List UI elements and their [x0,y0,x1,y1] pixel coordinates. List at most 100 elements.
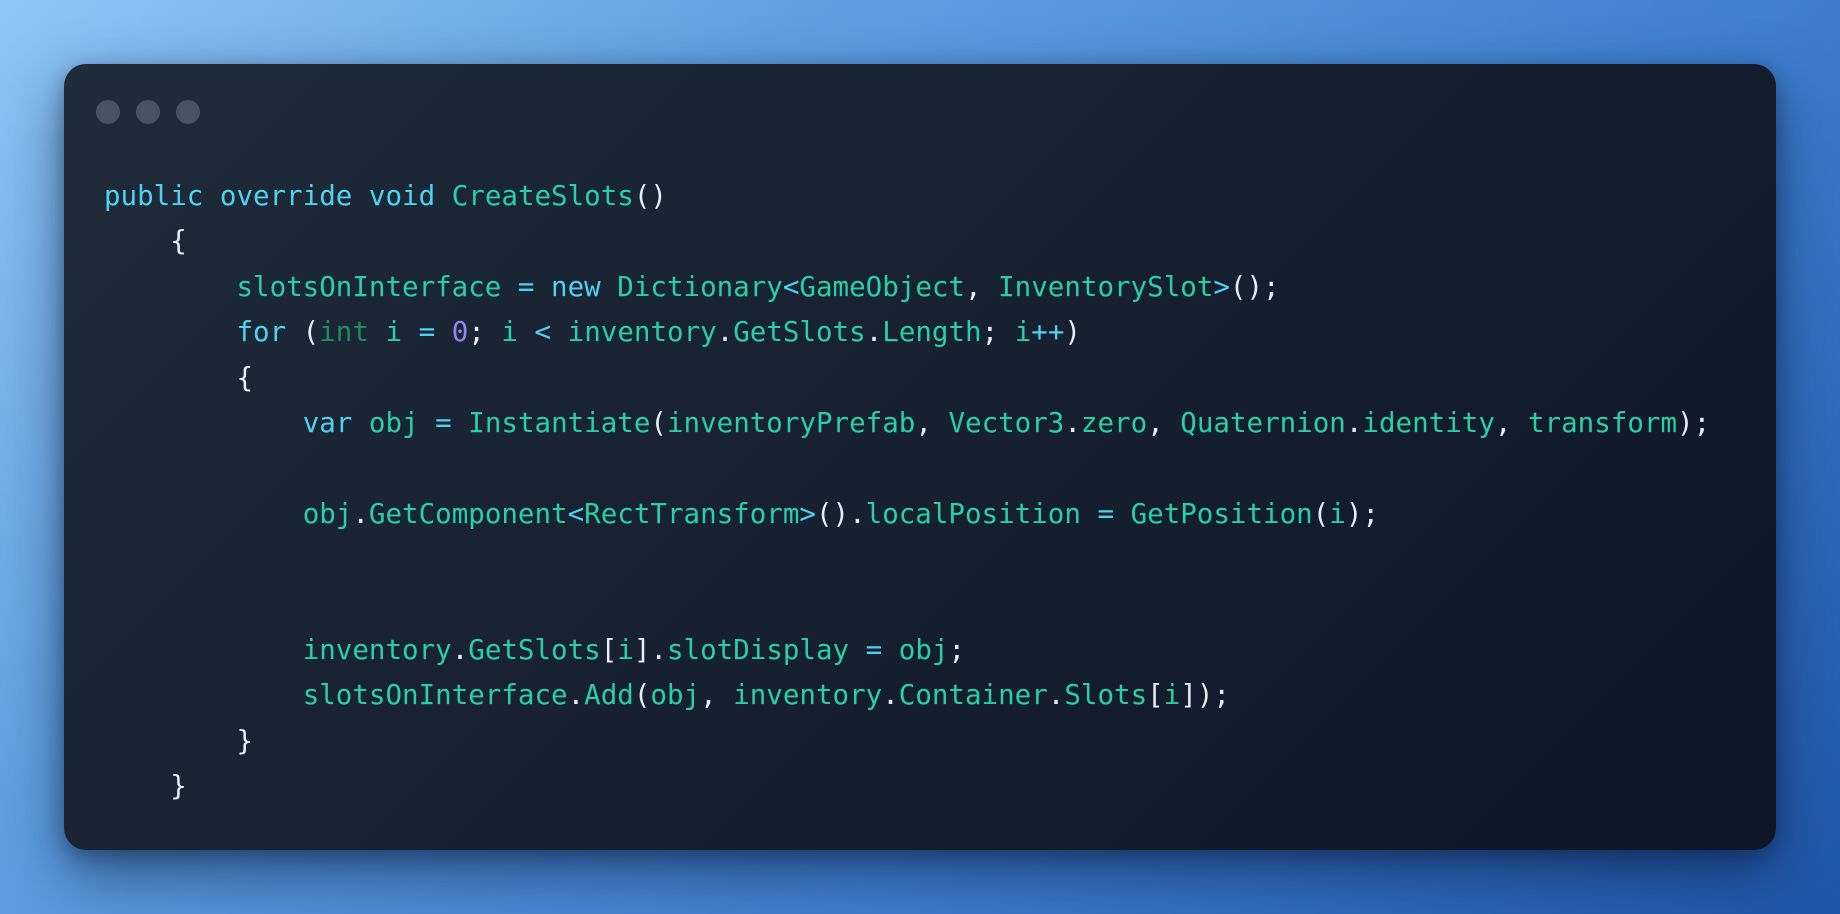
code-token: . [716,316,734,349]
code-token: Length [882,316,982,349]
code-token: CreateSlots [451,180,634,212]
code-token: obj [368,406,419,439]
code-token: ( [286,316,320,349]
code-token: = [865,633,883,666]
code-token: = [418,316,436,349]
code-token: ( [633,679,651,712]
code-line: } [104,719,1710,764]
code-token: ]. [633,633,667,666]
code-token: > [799,497,816,530]
code-token: , [965,270,999,303]
code-token: identity [1362,406,1495,439]
code-token: = [517,270,535,303]
code-token: < [567,497,585,530]
code-token: { [104,225,187,258]
code-token: . [1064,406,1081,439]
code-token: = [435,406,452,439]
code-token: . [451,633,469,666]
code-token: Quaternion [1180,406,1346,439]
code-block: public override void CreateSlots() { slo… [104,174,1710,809]
code-line: public override void CreateSlots() [104,174,1710,219]
code-line: slotsOnInterface = new Dictionary<GameOb… [104,265,1710,310]
screenshot-background: { "window": { "controls": [ {"icon": "wi… [0,0,1840,914]
code-token: slotsOnInterface [302,679,568,712]
code-token: = [1097,497,1114,530]
code-token: GetComponent [368,497,568,530]
code-token: InventorySlot [998,270,1214,303]
code-token: . [882,679,899,712]
code-token: override [219,180,353,212]
window-dot-icon [96,100,120,124]
code-line: { [104,356,1710,401]
code-line: inventory.GetSlots[i].slotDisplay = obj; [104,628,1710,673]
code-token: Instantiate [468,406,651,439]
code-token: zero [1080,406,1148,439]
code-token: [ [1147,679,1164,712]
window-dot-icon [136,100,160,124]
code-token: slotDisplay [666,633,850,666]
code-token: i [1014,316,1032,349]
code-token: i [1163,679,1181,712]
code-token: } [104,770,187,803]
code-token: public [104,180,204,212]
code-token: GetSlots [468,633,601,666]
code-token: ) [1064,316,1081,349]
code-token: (). [815,497,866,530]
code-window: public override void CreateSlots() { slo… [64,64,1776,850]
code-token: () [633,180,667,212]
code-token: for [236,316,287,349]
code-token: i [385,316,403,349]
code-token: . [1345,406,1363,439]
code-token: inventory [733,679,883,712]
code-token: transform [1528,406,1678,439]
code-token: (); [1229,270,1280,303]
code-token: var [302,406,353,439]
code-token: , [1147,406,1181,439]
code-token: ( [650,406,667,439]
code-token: ++ [1031,316,1065,349]
code-line: obj.GetComponent<RectTransform>().localP… [104,492,1710,537]
code-token: , [1494,406,1528,439]
code-token: . [865,316,883,349]
code-token: RectTransform [584,497,800,530]
code-line: } [104,764,1710,809]
code-token: Add [584,679,634,712]
code-token: void [368,180,436,212]
code-token: , [700,679,734,712]
code-line: { [104,219,1710,264]
code-line: for (int i = 0; i < inventory.GetSlots.L… [104,310,1710,355]
code-token: inventory [567,316,717,349]
code-token: < [534,316,552,349]
code-token: obj [898,633,949,666]
code-token: > [1213,270,1230,303]
code-token: inventoryPrefab [666,406,916,439]
code-token: obj [650,679,701,712]
code-line: var obj = Instantiate(inventoryPrefab, V… [104,401,1710,446]
code-token: i [501,316,518,349]
code-token: i [617,633,634,666]
code-token: GameObject [799,270,965,303]
code-token: new [551,270,601,303]
code-token: , [915,406,949,439]
